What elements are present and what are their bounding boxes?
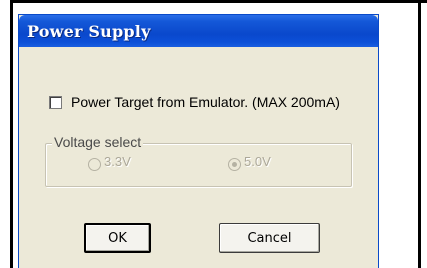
outer-frame-right [418,0,421,268]
cancel-button[interactable]: Cancel [219,223,320,253]
voltage-select-legend: Voltage select [52,134,144,150]
ok-button[interactable]: OK [84,223,151,253]
outer-frame-top [10,0,427,3]
power-target-checkbox[interactable] [49,96,62,109]
radio-5v0[interactable] [228,158,241,171]
title-bar[interactable]: Power Supply [19,15,378,47]
radio-3v3[interactable] [88,158,101,171]
dialog-title: Power Supply [27,22,151,41]
radio-5v0-label[interactable]: 5.0V [244,154,271,169]
voltage-select-group: Voltage select 3.3V 5.0V [45,134,352,187]
power-target-label[interactable]: Power Target from Emulator. (MAX 200mA) [71,94,340,110]
radio-3v3-label[interactable]: 3.3V [104,154,131,169]
outer-frame-left [10,0,13,268]
power-supply-dialog: Power Supply Power Target from Emulator.… [18,14,379,268]
